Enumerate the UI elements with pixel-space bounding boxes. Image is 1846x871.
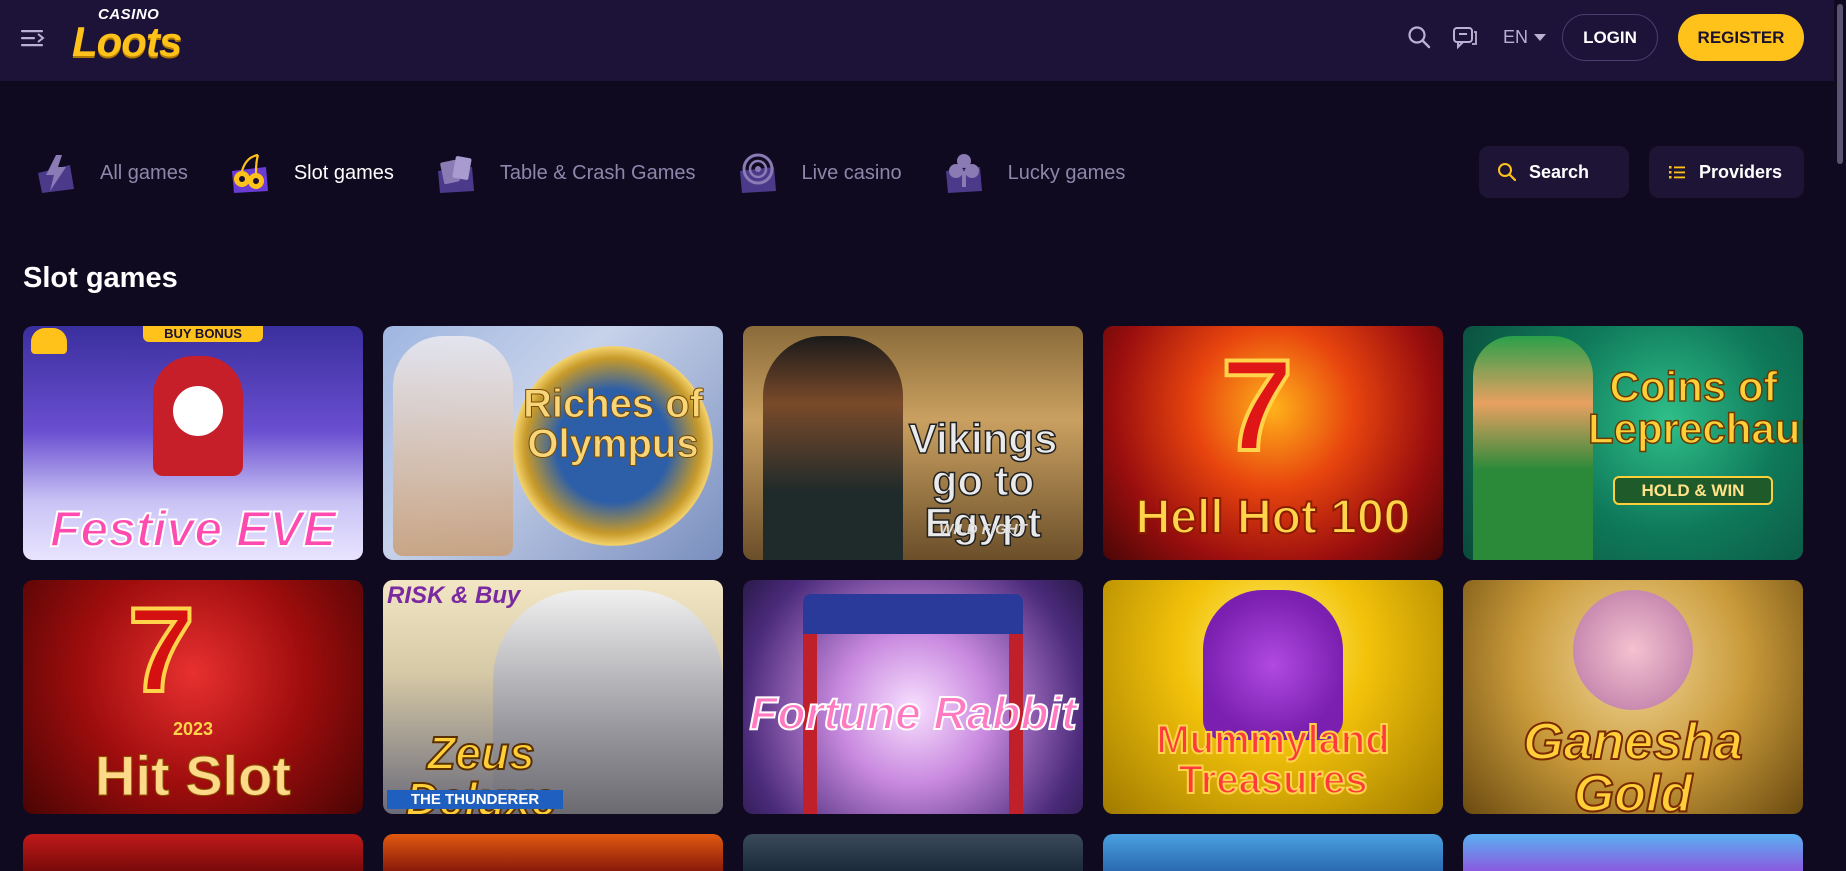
game-subtitle: THE THUNDERER bbox=[387, 790, 563, 809]
game-card-vikings-go-to-egypt[interactable]: Vikings go to Egypt WILD FIGHT bbox=[743, 326, 1083, 560]
clover-icon bbox=[945, 154, 982, 193]
game-title: Mummyland Treasures bbox=[1155, 718, 1390, 802]
section-title: Slot games bbox=[23, 262, 178, 294]
category-slot-games[interactable]: Slot games bbox=[228, 151, 394, 195]
game-card-riches-of-olympus[interactable]: Riches of Olympus bbox=[383, 326, 723, 560]
provider-icon bbox=[31, 328, 67, 354]
search-button[interactable]: Search bbox=[1479, 146, 1629, 198]
game-title: Riches of Olympus bbox=[522, 382, 704, 466]
category-label: Table & Crash Games bbox=[499, 161, 696, 184]
game-card-fortune-rabbit[interactable]: Fortune Rabbit bbox=[743, 580, 1083, 814]
game-title: Coins of Leprechaun bbox=[1587, 363, 1803, 452]
game-card-ganesha-gold[interactable]: Ganesha Gold bbox=[1463, 580, 1803, 814]
game-subtitle: 2023 bbox=[172, 719, 214, 739]
category-label: Live casino bbox=[801, 161, 902, 184]
game-title: Fortune Rabbit bbox=[748, 687, 1077, 739]
cherries-icon bbox=[231, 153, 268, 193]
leprechaun-figure bbox=[1473, 336, 1593, 560]
risk-buy-badge: RISK & Buy bbox=[387, 582, 521, 609]
santa-beard bbox=[173, 386, 223, 436]
zeus-figure bbox=[393, 336, 513, 556]
top-bar: CASINO Loots EN LOGIN REGISTER bbox=[0, 0, 1834, 81]
buy-bonus-badge: BUY BONUS bbox=[143, 326, 263, 342]
menu-icon[interactable] bbox=[20, 26, 46, 50]
games-grid: BUY BONUS Festive EVE Riches of Olympus … bbox=[23, 326, 1805, 871]
lightning-icon bbox=[38, 155, 74, 193]
page-scrollbar[interactable] bbox=[1834, 0, 1846, 863]
roulette-icon bbox=[739, 153, 776, 193]
casino-loots-logo[interactable]: CASINO Loots bbox=[72, 6, 190, 70]
game-subtitle: HOLD & WIN bbox=[1613, 476, 1773, 505]
logo-loots-text: Loots bbox=[72, 18, 182, 65]
game-subtitle: WILD FIGHT bbox=[939, 521, 1027, 538]
providers-button[interactable]: Providers bbox=[1649, 146, 1804, 198]
login-button[interactable]: LOGIN bbox=[1562, 14, 1658, 61]
gate-roof bbox=[803, 594, 1023, 634]
game-card-zeus-deluxe[interactable]: RISK & Buy Zeus Deluxe THE THUNDERER bbox=[383, 580, 723, 814]
providers-button-label: Providers bbox=[1699, 161, 1783, 182]
list-icon bbox=[1669, 166, 1685, 179]
lucky-seven-symbol: 7 bbox=[1219, 332, 1295, 478]
game-card-partial[interactable] bbox=[1463, 834, 1803, 871]
category-table-crash-games[interactable]: Table & Crash Games bbox=[434, 151, 696, 195]
lucky-seven-symbol: 7 bbox=[126, 583, 197, 717]
cards-icon bbox=[437, 156, 474, 193]
category-nav: All games Slot games Table & Crash Games… bbox=[34, 145, 1165, 201]
cleopatra-figure bbox=[763, 336, 903, 560]
category-label: Lucky games bbox=[1007, 161, 1126, 184]
game-card-hit-slot[interactable]: 7 2023 Hit Slot bbox=[23, 580, 363, 814]
language-label: EN bbox=[1503, 27, 1529, 47]
game-card-partial[interactable] bbox=[23, 834, 363, 871]
game-card-partial[interactable] bbox=[1103, 834, 1443, 871]
game-title: Ganesha Gold bbox=[1522, 713, 1744, 814]
game-title: Hit Slot bbox=[95, 744, 292, 807]
game-card-festive-eve[interactable]: BUY BONUS Festive EVE bbox=[23, 326, 363, 560]
category-label: Slot games bbox=[293, 161, 394, 184]
game-card-coins-of-leprechaun[interactable]: Coins of Leprechaun HOLD & WIN bbox=[1463, 326, 1803, 560]
search-icon[interactable] bbox=[1406, 24, 1432, 50]
ganesha-figure bbox=[1573, 590, 1693, 710]
category-lucky-games[interactable]: Lucky games bbox=[942, 151, 1126, 195]
game-title: Festive EVE bbox=[49, 501, 337, 557]
category-label: All games bbox=[100, 161, 188, 184]
language-selector[interactable]: EN bbox=[1503, 27, 1547, 48]
game-card-partial[interactable] bbox=[743, 834, 1083, 871]
search-icon bbox=[1498, 163, 1517, 182]
register-button[interactable]: REGISTER bbox=[1678, 14, 1804, 61]
game-title: Hell Hot 100 bbox=[1135, 491, 1412, 544]
chat-icon[interactable] bbox=[1452, 24, 1478, 50]
scrollbar-thumb[interactable] bbox=[1837, 4, 1843, 164]
search-button-label: Search bbox=[1529, 161, 1590, 182]
category-all-games[interactable]: All games bbox=[34, 151, 188, 195]
game-card-mummyland-treasures[interactable]: Mummyland Treasures bbox=[1103, 580, 1443, 814]
chevron-down-icon bbox=[1534, 34, 1547, 41]
game-card-hell-hot-100[interactable]: 7 Hell Hot 100 bbox=[1103, 326, 1443, 560]
game-card-partial[interactable] bbox=[383, 834, 723, 871]
category-live-casino[interactable]: Live casino bbox=[736, 151, 902, 195]
